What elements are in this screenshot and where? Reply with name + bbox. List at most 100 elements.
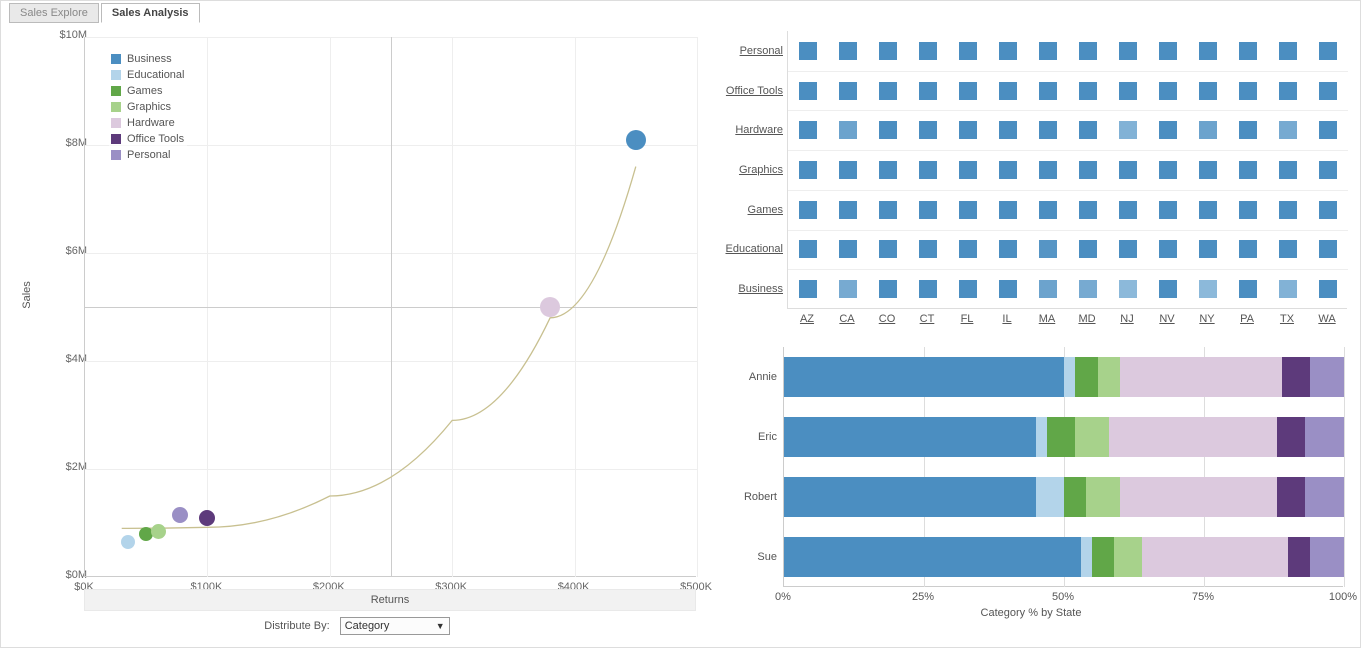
stacked-segment[interactable]: [784, 537, 1081, 577]
stacked-segment[interactable]: [1036, 477, 1064, 517]
heatmap-cell[interactable]: [1319, 82, 1337, 100]
heatmap-cell[interactable]: [1239, 82, 1257, 100]
heatmap-cell[interactable]: [839, 201, 857, 219]
stacked-segment[interactable]: [1081, 537, 1092, 577]
heatmap-cell[interactable]: [1199, 42, 1217, 60]
heatmap-cell[interactable]: [1159, 82, 1177, 100]
heatmap-cell[interactable]: [839, 280, 857, 298]
stacked-segment[interactable]: [1310, 357, 1344, 397]
heatmap-cell[interactable]: [1039, 201, 1057, 219]
legend-item[interactable]: Office Tools: [111, 131, 185, 147]
legend-item[interactable]: Educational: [111, 67, 185, 83]
heatmap-cell[interactable]: [879, 161, 897, 179]
heatmap-cell[interactable]: [1239, 42, 1257, 60]
heatmap-cell[interactable]: [799, 121, 817, 139]
legend-item[interactable]: Business: [111, 51, 185, 67]
heatmap-cell[interactable]: [1279, 280, 1297, 298]
stacked-segment[interactable]: [1277, 477, 1305, 517]
stacked-segment[interactable]: [1086, 477, 1120, 517]
heatmap-cell[interactable]: [1119, 121, 1137, 139]
heatmap-row-label[interactable]: Personal: [711, 45, 783, 57]
heatmap-cell[interactable]: [839, 161, 857, 179]
heatmap-cell[interactable]: [919, 280, 937, 298]
scatter-chart[interactable]: Sales $0M $2M $4M $6M $8M $10M $0K$: [9, 29, 705, 599]
scatter-point-educational[interactable]: [121, 535, 135, 549]
heatmap-cell[interactable]: [799, 201, 817, 219]
heatmap-cell[interactable]: [799, 240, 817, 258]
stacked-segment[interactable]: [1109, 417, 1277, 457]
legend-item[interactable]: Games: [111, 83, 185, 99]
heatmap-col-label[interactable]: FL: [947, 313, 987, 325]
heatmap-cell[interactable]: [1159, 280, 1177, 298]
heatmap-cell[interactable]: [1159, 121, 1177, 139]
stacked-row-label[interactable]: Sue: [711, 551, 777, 563]
heatmap-col-label[interactable]: NJ: [1107, 313, 1147, 325]
heatmap-cell[interactable]: [1199, 201, 1217, 219]
stacked-row-label[interactable]: Robert: [711, 491, 777, 503]
stacked-segment[interactable]: [1064, 477, 1086, 517]
heatmap-cell[interactable]: [959, 161, 977, 179]
heatmap-cell[interactable]: [919, 201, 937, 219]
heatmap-cell[interactable]: [999, 42, 1017, 60]
heatmap-col-label[interactable]: WA: [1307, 313, 1347, 325]
heatmap-cell[interactable]: [1239, 161, 1257, 179]
heatmap-col-label[interactable]: CT: [907, 313, 947, 325]
heatmap-cell[interactable]: [1039, 121, 1057, 139]
stacked-segment[interactable]: [1310, 537, 1344, 577]
heatmap-cell[interactable]: [1079, 121, 1097, 139]
stacked-segment[interactable]: [1277, 417, 1305, 457]
scatter-point-business[interactable]: [626, 130, 646, 150]
heatmap-cell[interactable]: [799, 161, 817, 179]
heatmap-cell[interactable]: [1119, 201, 1137, 219]
heatmap-row-label[interactable]: Business: [711, 283, 783, 295]
heatmap-cell[interactable]: [1239, 201, 1257, 219]
stacked-segment[interactable]: [1064, 357, 1075, 397]
heatmap-cell[interactable]: [1039, 161, 1057, 179]
heatmap-cell[interactable]: [919, 161, 937, 179]
heatmap-cell[interactable]: [1319, 280, 1337, 298]
heatmap-cell[interactable]: [1079, 201, 1097, 219]
heatmap-cell[interactable]: [1119, 280, 1137, 298]
heatmap-cell[interactable]: [1039, 82, 1057, 100]
scatter-point-personal[interactable]: [172, 507, 188, 523]
legend-item[interactable]: Graphics: [111, 99, 185, 115]
heatmap-cell[interactable]: [1319, 121, 1337, 139]
tab-sales-explore[interactable]: Sales Explore: [9, 3, 99, 23]
stacked-row-label[interactable]: Annie: [711, 371, 777, 383]
heatmap-cell[interactable]: [1079, 82, 1097, 100]
heatmap-cell[interactable]: [1319, 42, 1337, 60]
stacked-segment[interactable]: [1036, 417, 1047, 457]
heatmap-cell[interactable]: [839, 42, 857, 60]
heatmap-cell[interactable]: [879, 280, 897, 298]
distribute-by-select[interactable]: Category ▼: [340, 617, 450, 635]
tab-sales-analysis[interactable]: Sales Analysis: [101, 3, 200, 23]
heatmap-cell[interactable]: [1119, 240, 1137, 258]
heatmap-cell[interactable]: [1039, 42, 1057, 60]
stacked-segment[interactable]: [1288, 537, 1310, 577]
stacked-segment[interactable]: [1282, 357, 1310, 397]
heatmap-cell[interactable]: [919, 121, 937, 139]
heatmap-cell[interactable]: [839, 121, 857, 139]
heatmap-cell[interactable]: [1079, 240, 1097, 258]
heatmap-cell[interactable]: [1199, 121, 1217, 139]
heatmap-cell[interactable]: [1039, 240, 1057, 258]
heatmap-cell[interactable]: [839, 82, 857, 100]
heatmap-cell[interactable]: [879, 240, 897, 258]
heatmap-cell[interactable]: [999, 240, 1017, 258]
heatmap-cell[interactable]: [1239, 280, 1257, 298]
heatmap-col-label[interactable]: AZ: [787, 313, 827, 325]
heatmap-row-label[interactable]: Hardware: [711, 124, 783, 136]
heatmap-cell[interactable]: [839, 240, 857, 258]
heatmap-cell[interactable]: [1119, 82, 1137, 100]
heatmap-col-label[interactable]: NY: [1187, 313, 1227, 325]
stacked-segment[interactable]: [1305, 477, 1344, 517]
legend-item[interactable]: Hardware: [111, 115, 185, 131]
heatmap-col-label[interactable]: NV: [1147, 313, 1187, 325]
heatmap-cell[interactable]: [1079, 161, 1097, 179]
scatter-point-graphics[interactable]: [151, 524, 166, 539]
stacked-bar-chart[interactable]: AnnieEricRobertSue 0%25%50%75%100% Categ…: [711, 347, 1351, 627]
heatmap-cell[interactable]: [919, 82, 937, 100]
heatmap-cell[interactable]: [959, 121, 977, 139]
heatmap-cell[interactable]: [799, 280, 817, 298]
stacked-row-label[interactable]: Eric: [711, 431, 777, 443]
